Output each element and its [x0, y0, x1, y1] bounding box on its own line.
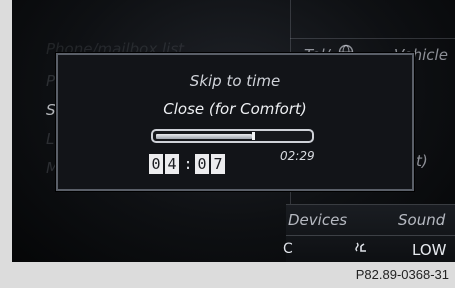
tab-separator — [286, 235, 455, 236]
time-digit[interactable]: 7 — [211, 154, 225, 174]
background-menu-item: P — [46, 72, 56, 90]
tab-devices[interactable]: Devices — [288, 211, 347, 229]
track-title: Close (for Comfort) — [163, 100, 307, 118]
time-digit[interactable]: 0 — [149, 154, 163, 174]
background-menu-item: S — [46, 101, 56, 119]
figure-code: P82.89-0368-31 — [355, 267, 449, 282]
time-digit[interactable]: 4 — [165, 154, 179, 174]
time-digit[interactable]: 0 — [195, 154, 209, 174]
skip-to-time-dialog: Skip to time Close (for Comfort) 02:29 0… — [56, 53, 414, 191]
figure-footer: P82.89-0368-31 — [0, 262, 455, 288]
tab-sound[interactable]: Sound — [398, 211, 445, 229]
background-fragment: t) — [416, 152, 428, 170]
progress-fill — [156, 134, 252, 139]
bottom-left-fragment: C — [283, 241, 293, 257]
bottom-bar: Devices Sound C LOW — [283, 204, 455, 262]
time-entry[interactable]: 0 4 : 0 7 — [149, 153, 227, 175]
level-label: LOW — [412, 241, 447, 259]
track-duration: 02:29 — [280, 149, 315, 163]
panel-top-separator — [290, 0, 455, 39]
background-menu-item: L — [46, 130, 55, 148]
seat-heat-icon[interactable] — [354, 241, 368, 259]
dialog-title: Skip to time — [189, 72, 281, 90]
progress-position-marker — [252, 132, 255, 140]
time-separator: : — [183, 155, 193, 173]
playback-progress-bar — [151, 129, 314, 143]
